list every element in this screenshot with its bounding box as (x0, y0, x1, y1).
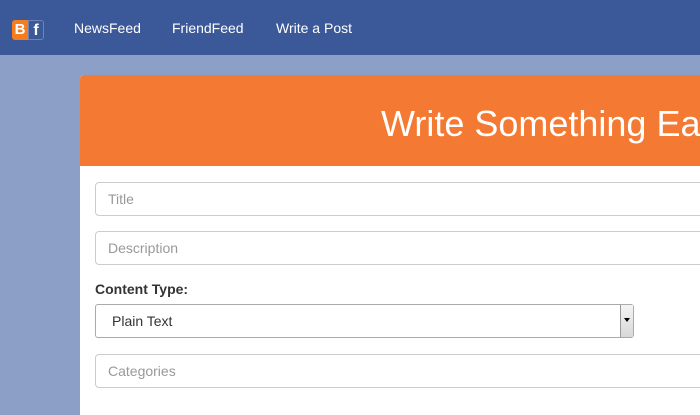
logo-b-mark: B (12, 20, 28, 40)
logo-f-mark: f (28, 20, 44, 40)
categories-input[interactable] (95, 354, 700, 388)
app-logo[interactable]: B f (12, 20, 44, 40)
content-type-label: Content Type: (95, 281, 189, 297)
page-title: Write Something Ea (381, 103, 700, 144)
select-arrow-button[interactable] (620, 305, 633, 337)
nav-link-write-post[interactable]: Write a Post (276, 19, 352, 37)
nav-link-friendfeed[interactable]: FriendFeed (172, 19, 244, 37)
top-navbar: B f NewsFeed FriendFeed Write a Post (0, 0, 700, 55)
write-post-panel: Write Something Ea Content Type: Plain T… (80, 75, 700, 415)
content-type-selected-value: Plain Text (112, 313, 173, 329)
chevron-down-icon (624, 318, 630, 322)
panel-header: Write Something Ea (80, 75, 700, 166)
nav-link-newsfeed[interactable]: NewsFeed (74, 19, 141, 37)
description-input[interactable] (95, 231, 700, 265)
title-input[interactable] (95, 182, 700, 216)
content-type-select[interactable]: Plain Text (95, 304, 634, 338)
